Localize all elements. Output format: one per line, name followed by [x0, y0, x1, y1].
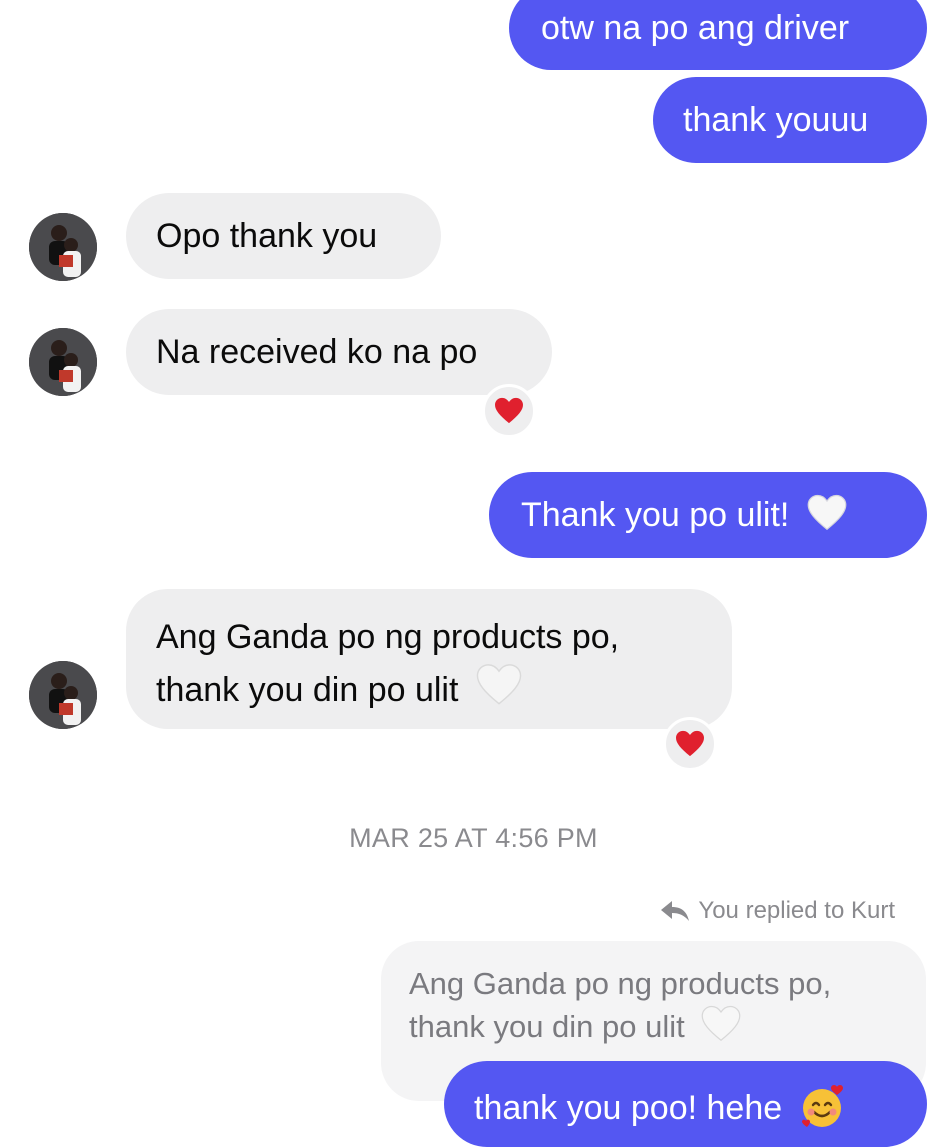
red-heart-icon: [495, 397, 523, 424]
message-text: thank you poo! hehe: [474, 1089, 783, 1127]
message-text: thank youuu: [683, 101, 869, 139]
message-bubble-incoming[interactable]: Na received ko na po: [126, 309, 552, 395]
contact-avatar[interactable]: [29, 328, 97, 396]
message-bubble-incoming[interactable]: Opo thank you: [126, 193, 441, 279]
quoted-text-line: Ang Ganda po ng products po,: [409, 966, 832, 1001]
message-text: Na received ko na po: [156, 333, 478, 371]
message-text-line: Ang Ganda po ng products po,: [156, 618, 620, 656]
red-heart-icon: [676, 730, 704, 757]
white-heart-icon: [476, 664, 522, 705]
reaction-badge[interactable]: [663, 717, 717, 771]
message-bubble-outgoing[interactable]: thank you poo! hehe: [444, 1061, 927, 1147]
message-bubble-incoming[interactable]: Ang Ganda po ng products po, thank you d…: [126, 589, 732, 729]
white-heart-icon: [807, 494, 847, 531]
message-text: Thank you po ulit!: [521, 496, 790, 534]
message-bubble-outgoing[interactable]: otw na po ang driver: [509, 0, 927, 70]
message-text-line: thank you din po ulit: [156, 671, 459, 709]
message-bubble-outgoing[interactable]: thank youuu: [653, 77, 927, 163]
reaction-badge[interactable]: [482, 384, 536, 438]
contact-avatar[interactable]: [29, 661, 97, 729]
white-heart-icon: [701, 1005, 741, 1042]
smiling-face-with-hearts-icon: [801, 1085, 843, 1127]
contact-avatar[interactable]: [29, 213, 97, 281]
timestamp: MAR 25 AT 4:56 PM: [349, 823, 598, 853]
reply-indicator: You replied to Kurt: [660, 897, 895, 925]
message-text: Opo thank you: [156, 217, 378, 255]
reply-arrow-icon: [661, 901, 690, 921]
message-bubble-outgoing[interactable]: Thank you po ulit!: [489, 472, 927, 558]
quoted-text-line: thank you din po ulit: [409, 1009, 685, 1044]
reply-label-text: You replied to Kurt: [698, 897, 895, 924]
message-text: otw na po ang driver: [541, 9, 850, 47]
